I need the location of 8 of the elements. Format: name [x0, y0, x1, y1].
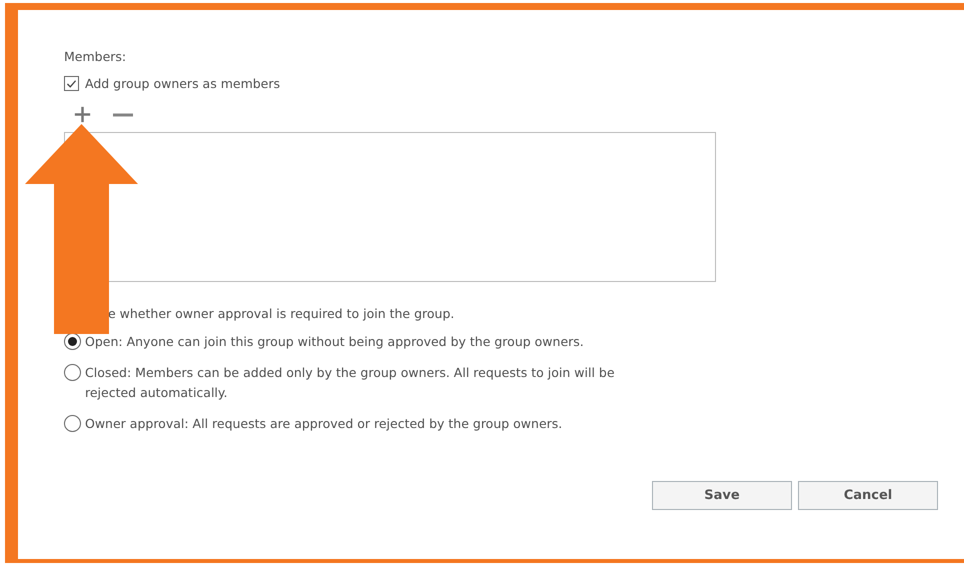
cancel-button[interactable]: Cancel — [798, 481, 938, 510]
members-label: Members: — [64, 48, 128, 66]
radio-label: Closed: Members can be added only by the group owners. All requests to join will be rejected automatically. — [85, 364, 616, 402]
approval-description: e whether owner approval is required to join the group. — [108, 305, 456, 323]
radio-label: Owner approval: All requests are approved or rejected by the group owners. — [85, 415, 562, 433]
save-button[interactable]: Save — [652, 481, 792, 510]
radio-label: Open: Anyone can join this group without being approved by the group owners. — [85, 333, 584, 351]
checkbox-label: Add group owners as members — [85, 76, 280, 91]
